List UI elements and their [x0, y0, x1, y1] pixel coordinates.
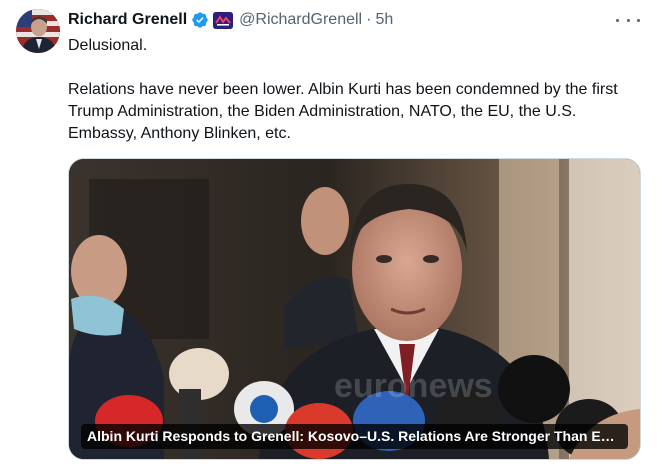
svg-text:euronews: euronews	[334, 367, 493, 405]
tweet-text: Delusional. Relations have never been lo…	[68, 35, 643, 145]
avatar-image	[16, 9, 60, 53]
avatar[interactable]	[16, 9, 60, 53]
tweet-text-line: Delusional.	[68, 37, 148, 54]
media-attachment[interactable]: euronews Albin Kurti Responds to Grenell…	[68, 158, 641, 460]
video-caption: Albin Kurti Responds to Grenell: Kosovo–…	[81, 424, 628, 449]
more-options-icon[interactable]	[616, 13, 640, 27]
tweet-header: Richard Grenell @RichardGrenell · 5h	[68, 10, 393, 30]
affiliation-badge-icon[interactable]	[213, 11, 234, 29]
more-dot	[637, 18, 640, 22]
more-dot	[616, 18, 619, 22]
timestamp[interactable]: 5h	[375, 11, 393, 29]
video-thumbnail-image: euronews	[69, 159, 640, 459]
verified-badge-icon	[191, 11, 209, 29]
author-handle[interactable]: @RichardGrenell	[239, 11, 362, 29]
tweet-card[interactable]: Richard Grenell @RichardGrenell · 5h Del…	[0, 0, 662, 466]
more-dot	[626, 18, 630, 22]
tweet-text-line: Relations have never been lower. Albin K…	[68, 81, 618, 142]
separator-dot: ·	[366, 11, 372, 28]
author-name[interactable]: Richard Grenell	[68, 11, 187, 29]
